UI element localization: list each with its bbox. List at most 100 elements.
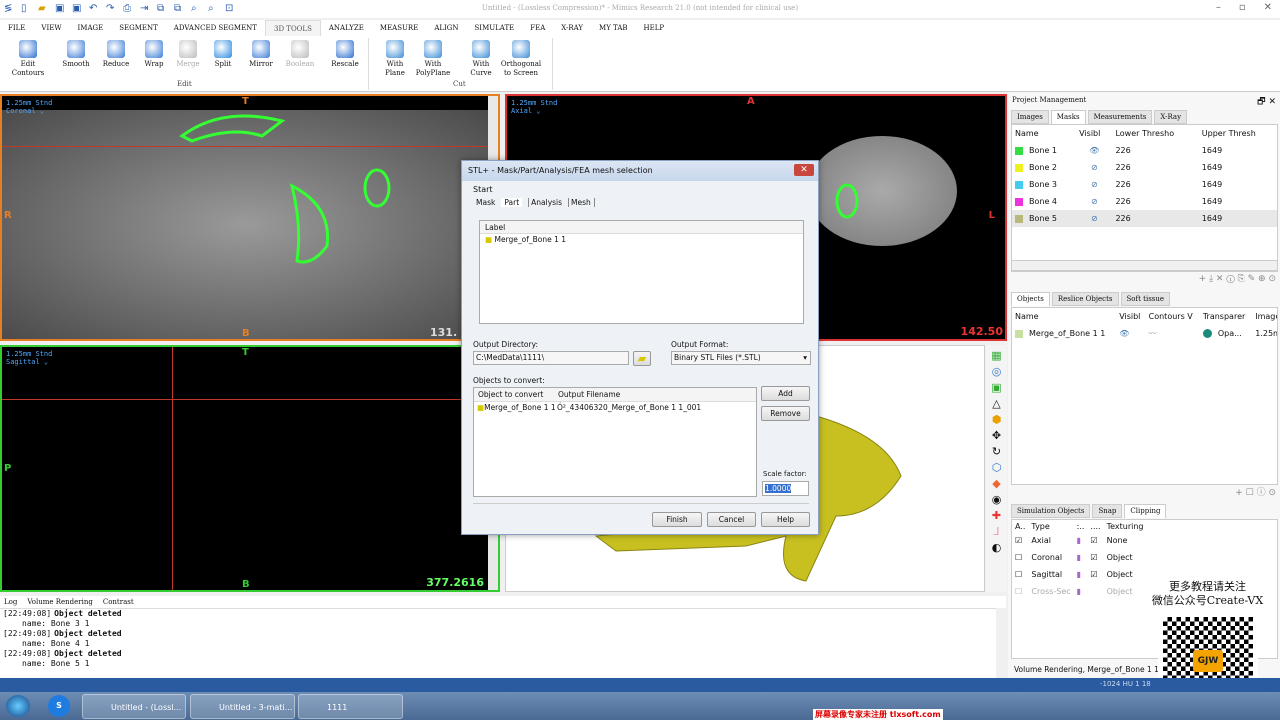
coronal-viewport[interactable]: 1.25mm Stnd Coronal ⌄ T B R 131. [0,94,500,341]
output-format-select[interactable]: Binary STL Files (*.STL) ▾ [671,351,811,365]
eye-icon[interactable]: 👁 [1076,142,1112,159]
mask-row[interactable]: Bone 4 ⊘ 226 1649 [1012,193,1277,210]
ribbon-button-with-plane[interactable]: With Plane [377,40,413,78]
view-selector[interactable]: Sagittal ⌄ [6,358,52,366]
ribbon-button-with-polyplane[interactable]: With PolyPlane [415,40,451,78]
crosshair-icon[interactable]: ✚ [992,509,1001,522]
cancel-button[interactable]: Cancel [707,512,756,527]
capping-checkbox[interactable]: ☑ [1087,566,1103,583]
clipping-row[interactable]: ☐ Sagittal ▮ ☑ Object [1012,566,1147,583]
tab-analysis[interactable]: Analysis [528,198,562,207]
eye-hidden-icon[interactable]: ⊘ [1076,159,1112,176]
tab-reslice-objects[interactable]: Reslice Objects [1051,292,1119,306]
capping-checkbox[interactable]: ☑ [1087,532,1103,549]
column-header[interactable]: Name [1012,308,1116,325]
ribbon-button-with-curve[interactable]: With Curve [463,40,499,78]
tab-simulation-objects[interactable]: Simulation Objects [1011,504,1091,518]
menu-my-tab[interactable]: MY TAB [591,20,636,36]
column-header[interactable]: .... [1087,520,1103,532]
part-item[interactable]: ■ Merge_of_Bone 1 1 [480,234,803,246]
menu-advanced-segment[interactable]: ADVANCED SEGMENT [166,20,265,36]
tab-volume-rendering[interactable]: Volume Rendering [27,598,93,606]
axes-icon[interactable]: ⅃ [993,525,999,538]
ribbon-button-split[interactable]: Split [205,40,241,69]
mask-color-swatch[interactable] [1015,163,1023,172]
clipping-row[interactable]: ☑ Axial ▮ ☑ None [1012,532,1147,549]
column-header[interactable]: Upper Thresh [1199,125,1277,142]
column-header[interactable]: Images [1252,308,1277,325]
column-header[interactable]: Type [1028,520,1073,532]
column-header[interactable]: Visibl [1116,308,1145,325]
objects-table[interactable]: Object to convert Output Filename ■Merge_… [473,387,757,497]
part-list[interactable]: Label ■ Merge_of_Bone 1 1 [479,220,804,324]
eye-hidden-icon[interactable]: ⊘ [1076,176,1112,193]
tab-mesh[interactable]: Mesh [568,198,595,207]
menu-simulate[interactable]: SIMULATE [467,20,523,36]
object-toolbar-icons[interactable]: + ☐ ⓘ ⊙ [1235,485,1276,498]
restore-button[interactable]: ▫ [1239,2,1246,13]
menu-view[interactable]: VIEW [33,20,69,36]
contours-icon[interactable]: 〰 [1146,325,1200,342]
menu-image[interactable]: IMAGE [70,20,112,36]
sagittal-viewport[interactable]: 1.25mm Stnd Sagittal ⌄ T B P 377.2616 [0,345,500,592]
dialog-close-button[interactable]: ✕ [794,164,814,176]
tab-log[interactable]: Log [4,598,17,606]
clipping-icon[interactable]: ◆ [992,477,1000,490]
output-directory-input[interactable]: C:\MedData\1111\ [473,351,629,365]
browse-folder-button[interactable]: ▰ [633,351,651,366]
sogou-icon[interactable]: S [48,695,70,717]
eye-icon[interactable]: ◉ [992,493,1002,506]
add-button[interactable]: Add [761,386,810,401]
menu-analyze[interactable]: ANALYZE [321,20,372,36]
tab-snap[interactable]: Snap [1092,504,1123,518]
ribbon-button-wrap[interactable]: Wrap [136,40,172,69]
menu-align[interactable]: ALIGN [426,20,466,36]
tab-part[interactable]: Part [501,198,523,207]
box-icon[interactable]: ▣ [991,381,1001,394]
menu-measure[interactable]: MEASURE [372,20,426,36]
capping-checkbox[interactable]: ☑ [1087,549,1103,566]
mask-color-swatch[interactable] [1015,180,1023,189]
clipping-row[interactable]: ☐ Coronal ▮ ☑ Object [1012,549,1147,566]
taskbar-item-mimics[interactable]: Untitled - (Lossl... [82,694,186,719]
close-button[interactable]: ✕ [1264,2,1272,13]
triangle-mesh-icon[interactable]: △ [992,397,1000,410]
view-selector[interactable]: Axial ⌄ [511,107,557,115]
start-button[interactable] [6,695,30,717]
column-header[interactable]: Contours V [1146,308,1200,325]
ribbon-button-mirror[interactable]: Mirror [243,40,279,69]
column-header[interactable]: A.. [1012,520,1028,532]
tab-soft-tissue[interactable]: Soft tissue [1120,292,1171,306]
panel-float-close-icon[interactable]: 🗗 ✕ [1257,94,1276,110]
active-checkbox[interactable]: ☑ [1012,532,1028,549]
grid-icon[interactable]: ▦ [991,349,1001,362]
objects-table[interactable]: NameVisiblContours VTransparerImagesMerg… [1011,307,1278,485]
tab-contrast[interactable]: Contrast [103,598,134,606]
table-row[interactable]: ■Merge_of_Bone 1 1 Ó²_43406320_Merge_of_B… [474,402,756,414]
layers-icon[interactable]: ◎ [992,365,1002,378]
menu-file[interactable]: FILE [0,20,33,36]
column-header[interactable]: Lower Thresho [1112,125,1198,142]
active-checkbox[interactable]: ☐ [1012,549,1028,566]
mask-row[interactable]: Bone 5 ⊘ 226 1649 [1012,210,1277,227]
clipping-row[interactable]: ☐ Cross-Sec ▮ Object [1012,583,1147,600]
tab-x-ray[interactable]: X-Ray [1154,110,1188,124]
tab-measurements[interactable]: Measurements [1087,110,1153,124]
active-checkbox[interactable]: ☐ [1012,583,1028,600]
object-icon[interactable]: ⬢ [992,413,1002,426]
column-header[interactable]: Visibl [1076,125,1112,142]
object-color-swatch[interactable] [1015,329,1023,338]
ribbon-button-reduce[interactable]: Reduce [98,40,134,69]
view-selector[interactable]: Coronal ⌄ [6,107,52,115]
eye-hidden-icon[interactable]: ⊘ [1076,210,1112,227]
mask-color-swatch[interactable] [1015,197,1023,206]
taskbar-item-3matic[interactable]: Untitled - 3-mati... [190,694,295,719]
column-header[interactable]: Name [1012,125,1076,142]
active-checkbox[interactable]: ☐ [1012,566,1028,583]
menu-help[interactable]: HELP [636,20,673,36]
texturing[interactable]: Object [1104,549,1147,566]
mask-row[interactable]: Bone 3 ⊘ 226 1649 [1012,176,1277,193]
menu-x-ray[interactable]: X-RAY [553,20,591,36]
ribbon-button-merge[interactable]: Merge [170,40,206,69]
contrast-icon[interactable]: ◐ [992,541,1002,554]
